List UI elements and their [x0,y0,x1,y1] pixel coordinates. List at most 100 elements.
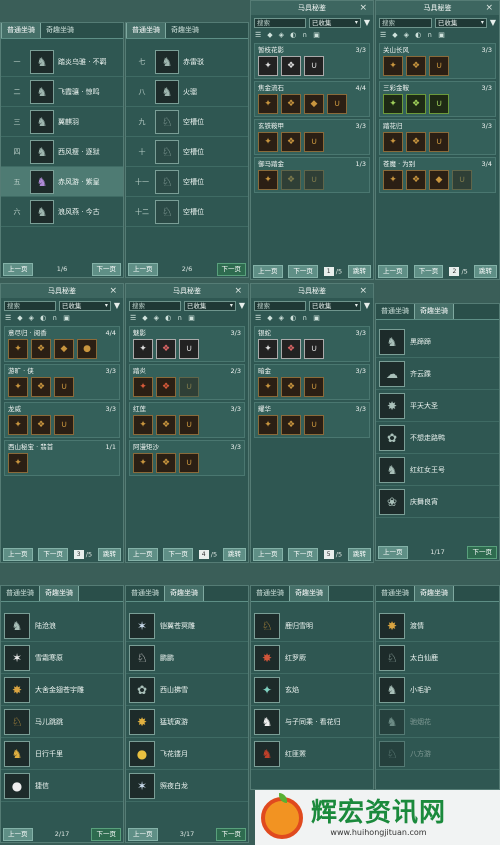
list-icon[interactable]: ☰ [130,314,136,322]
locked-gear-icon[interactable]: ∪ [304,170,324,190]
armor-icon[interactable]: ▣ [63,314,70,322]
gear-icon[interactable]: ✦ [8,339,28,359]
mount-row[interactable]: ● 捷信 [1,770,123,802]
stirrup-icon[interactable]: ◐ [40,314,46,322]
gear-icon[interactable]: ✦ [258,415,278,435]
next-page-button[interactable]: 下一页 [288,547,318,561]
search-input[interactable]: 搜索 [254,17,306,28]
set-group[interactable]: 魅影 3/3 ✦ ❖ ∪ [129,326,245,362]
mount-row[interactable]: ✸ 猛琥寅游 [126,706,248,738]
gear-icon[interactable]: ✦ [8,377,28,397]
gear-icon[interactable]: ❖ [406,94,426,114]
tab-normal-mounts[interactable]: 普通坐骑 [1,586,39,601]
mount-row[interactable]: 七 ♞ 赤雷驳 [126,47,248,77]
locked-gear-icon[interactable]: ❖ [281,170,301,190]
search-input[interactable]: 搜索 [129,300,181,311]
gear-icon[interactable]: ✦ [258,339,278,359]
mount-row-empty[interactable]: 十二 ♘ 空槽位 [126,197,248,227]
tab-normal-mounts[interactable]: 普通坐骑 [251,586,289,601]
stirrup-icon[interactable]: ◐ [290,314,296,322]
gear-icon[interactable]: ∪ [327,94,347,114]
gear-icon[interactable]: ❖ [281,339,301,359]
mount-row[interactable]: ✸ 渡情 [376,610,499,642]
mount-row[interactable]: ♞ 红红女王号 [376,454,499,486]
mount-row[interactable]: ☁ 齐云蹀 [376,358,499,390]
prev-page-button[interactable]: 上一页 [128,262,158,276]
gear-icon[interactable]: ∪ [179,453,199,473]
jump-button[interactable]: 跳转 [222,547,246,561]
prev-page-button[interactable]: 上一页 [253,547,283,561]
tab-fun-mounts[interactable]: 奇趣坐骑 [414,586,454,601]
next-page-button[interactable]: 下一页 [216,827,246,841]
next-page-button[interactable]: 下一页 [91,827,121,841]
mount-row[interactable]: ✶ 照夜白龙 [126,770,248,802]
gear-icon[interactable]: ✦ [383,94,403,114]
gear-icon[interactable]: ✦ [133,339,153,359]
prev-page-button[interactable]: 上一页 [3,827,33,841]
filter-icon[interactable]: ▼ [114,301,120,310]
mount-row[interactable]: 三 ♞ 翼麒羽 [1,107,123,137]
mount-row-selected[interactable]: 五 ♞ 赤风游 · 紫皇 [1,167,123,197]
saddle-icon[interactable]: ◆ [267,31,272,39]
gear-icon[interactable]: ✦ [258,132,278,152]
gear-icon[interactable]: ∪ [179,415,199,435]
mount-row[interactable]: ✶ 铠翼苍冥雕 [126,610,248,642]
gear-icon[interactable]: ∪ [304,132,324,152]
mount-row[interactable]: ● 飞花镂月 [126,738,248,770]
tab-normal-mounts[interactable]: 普通坐骑 [126,586,164,601]
set-group[interactable]: 暂枝花影 3/3 ✦ ❖ ∪ [254,43,370,79]
tab-normal-mounts[interactable]: 普通坐骑 [376,586,414,601]
bridle-icon[interactable]: ◈ [154,314,159,322]
next-page-button[interactable]: 下一页 [163,547,193,561]
jump-button[interactable]: 跳转 [347,264,371,278]
gear-icon[interactable]: ◆ [304,94,324,114]
search-input[interactable]: 搜索 [379,17,432,28]
gear-icon[interactable]: ✦ [258,170,278,190]
bridle-icon[interactable]: ◈ [279,31,284,39]
set-group[interactable]: 红莲 3/3 ✦ ❖ ∪ [129,402,245,438]
armor-icon[interactable]: ▣ [313,31,320,39]
jump-button[interactable]: 跳转 [97,547,121,561]
stirrup-icon[interactable]: ◐ [165,314,171,322]
mount-row[interactable]: ♘ 鹏鹏 [126,642,248,674]
collected-filter-select[interactable]: 已收集 [308,300,361,311]
mount-row-locked[interactable]: ♞ 驰烟花 [376,706,499,738]
jump-button[interactable]: 跳转 [473,264,497,278]
gear-icon[interactable]: ❖ [281,132,301,152]
mount-row[interactable]: ♘ 太白仙鹿 [376,642,499,674]
filter-icon[interactable]: ▼ [364,18,370,27]
mount-row[interactable]: ✸ 红罗厥 [251,642,373,674]
bridle-icon[interactable]: ◈ [404,31,409,39]
armor-icon[interactable]: ▣ [313,314,320,322]
bridle-icon[interactable]: ◈ [279,314,284,322]
mount-row[interactable]: ♞ 小毛驴 [376,674,499,706]
shoe-icon[interactable]: ∩ [427,31,432,39]
stirrup-icon[interactable]: ◐ [290,31,296,39]
mount-row[interactable]: 二 ♞ 飞霞骧 · 惊鸣 [1,77,123,107]
page-number-input[interactable]: 1 [323,266,334,276]
prev-page-button[interactable]: 上一页 [253,264,283,278]
close-icon[interactable]: × [234,284,242,298]
mount-row[interactable]: ♞ 红匪罴 [251,738,373,770]
prev-page-button[interactable]: 上一页 [378,264,408,278]
prev-page-button[interactable]: 上一页 [3,547,33,561]
tab-fun-mounts[interactable]: 奇趣坐骑 [41,23,79,38]
set-group[interactable]: 西山秘宝 · 翡首 1/1 ✦ [4,440,120,476]
mount-row[interactable]: ✸ 平天大圣 [376,390,499,422]
mount-row[interactable]: ♘ 鹿归雪明 [251,610,373,642]
prev-page-button[interactable]: 上一页 [378,545,408,559]
close-icon[interactable]: × [485,1,493,15]
mount-row[interactable]: ♞ 日行千里 [1,738,123,770]
mount-row[interactable]: ✦ 玄焰 [251,674,373,706]
saddle-icon[interactable]: ◆ [267,314,272,322]
gear-icon[interactable]: ✦ [258,94,278,114]
gear-icon[interactable]: ∪ [429,132,449,152]
mount-row[interactable]: ✿ 西山拂雪 [126,674,248,706]
set-group[interactable]: 踏炎 2/3 ✦ ❖ ∪ [129,364,245,400]
gear-icon[interactable]: ✦ [133,377,153,397]
next-page-button[interactable]: 下一页 [91,262,121,276]
shoe-icon[interactable]: ∩ [302,314,307,322]
shoe-icon[interactable]: ∩ [302,31,307,39]
gear-icon[interactable]: ✦ [258,56,278,76]
mount-row[interactable]: 六 ♞ 浪风燕 · 今古 [1,197,123,227]
